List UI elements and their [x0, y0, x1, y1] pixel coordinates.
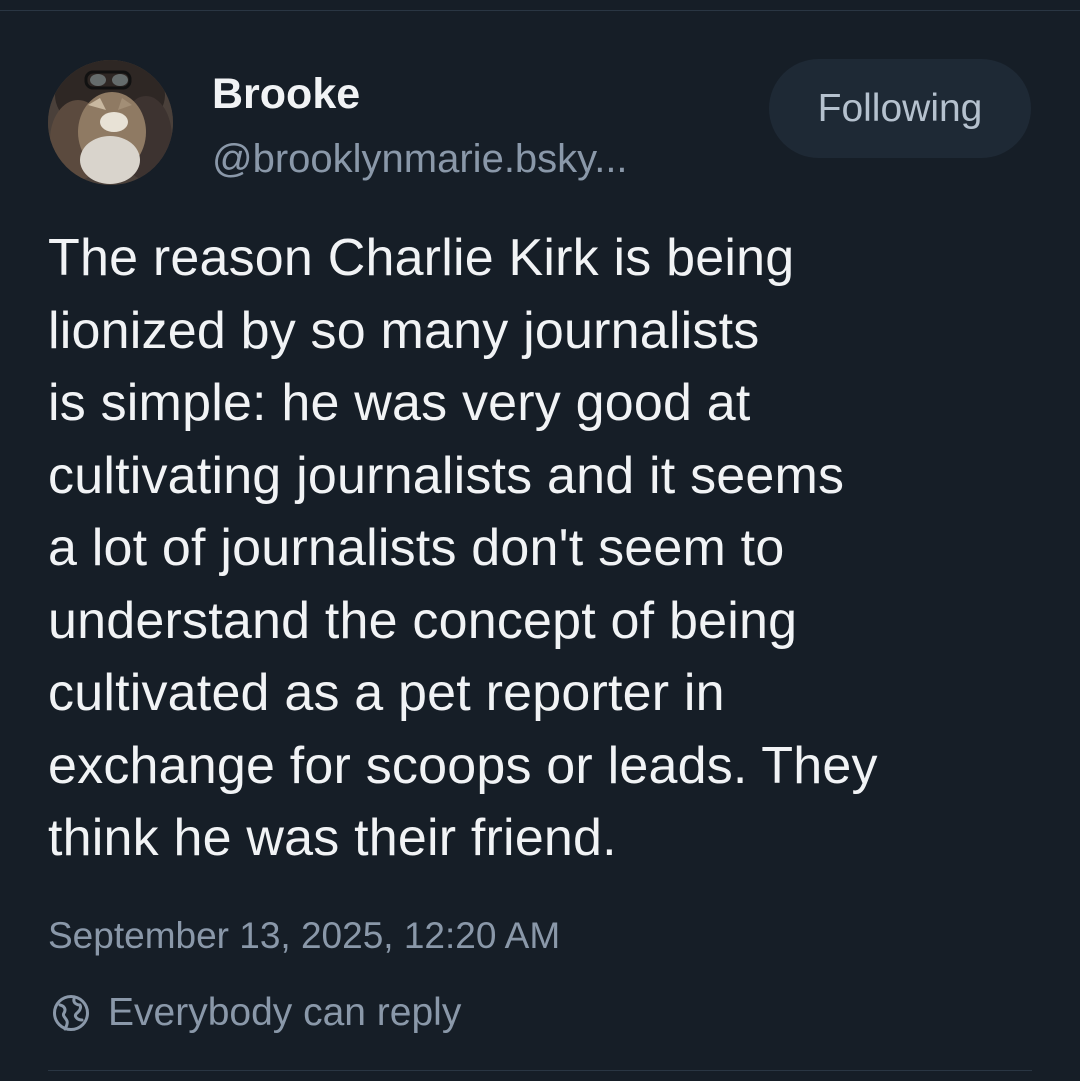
reply-setting-label: Everybody can reply — [108, 991, 462, 1034]
author-display-name[interactable]: Brooke — [212, 68, 360, 120]
post-timestamp[interactable]: September 13, 2025, 12:20 AM — [48, 912, 560, 960]
bottom-divider — [48, 1070, 1032, 1071]
post: Brooke @brooklynmarie.bsky... Following … — [0, 0, 1080, 1081]
avatar-image — [48, 60, 173, 185]
author-handle[interactable]: @brooklynmarie.bsky... — [212, 134, 628, 184]
avatar[interactable] — [48, 60, 173, 185]
globe-icon — [48, 990, 94, 1036]
post-text: The reason Charlie Kirk is being lionize… — [48, 229, 878, 867]
reply-setting[interactable]: Everybody can reply — [48, 985, 461, 1041]
following-button[interactable]: Following — [769, 59, 1031, 158]
